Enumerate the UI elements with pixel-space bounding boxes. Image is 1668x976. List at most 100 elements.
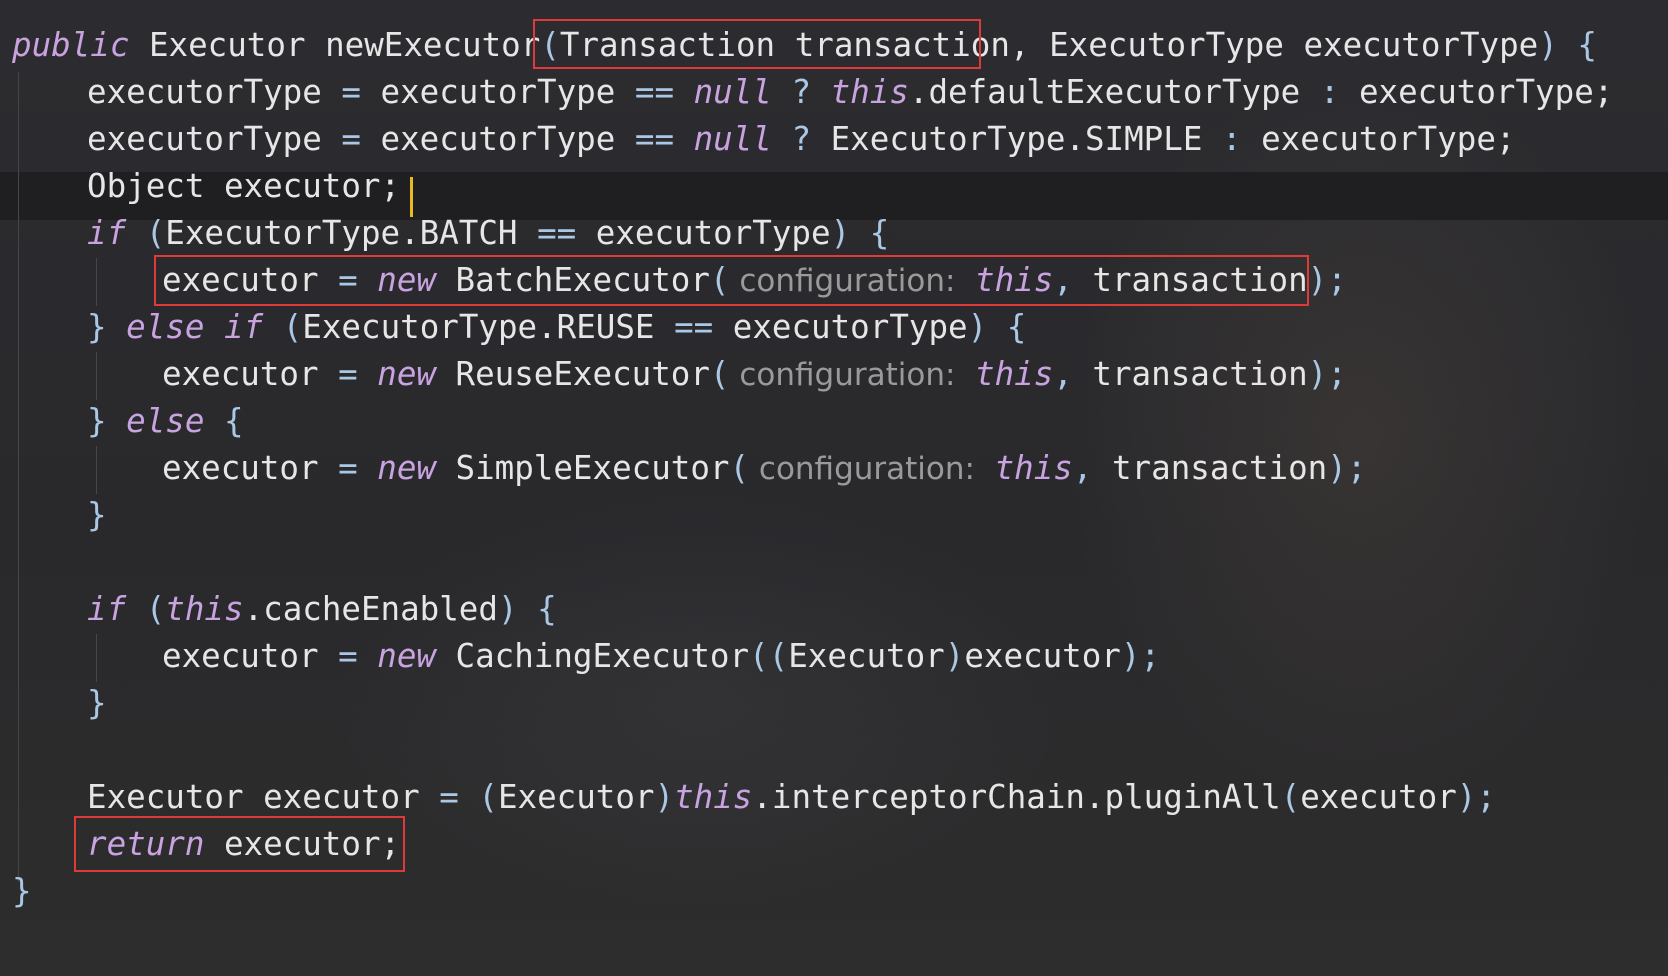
operator: == [537,214,577,252]
operator: = [439,778,459,816]
code-line-14[interactable]: } [87,678,107,728]
semicolon: ; [1476,778,1496,816]
operator: ? [791,73,812,111]
code-token: executor [1300,778,1457,816]
paren: ) [1307,355,1328,393]
operator: = [338,449,358,487]
highlight-box-batch-executor [154,255,1309,306]
paren: ) [967,308,988,346]
operator: == [634,73,675,111]
paren: ) [1456,778,1477,816]
code-line-12[interactable]: if (this.cacheEnabled) { [87,584,557,634]
code-line-17[interactable]: } [12,866,32,916]
keyword-if: if [87,590,127,628]
paren: ) [944,637,965,675]
paren: ( [729,449,750,487]
semicolon: ; [1140,637,1161,675]
keyword-else: else [126,308,205,346]
param-executor-type: ExecutorType executorType [1029,26,1539,64]
code-line-13[interactable]: executor = new CachingExecutor((Executor… [162,631,1160,681]
code-token: Object executor; [87,167,401,205]
code-editor[interactable]: public Executor newExecutor(Transaction … [0,0,1668,976]
operator: : [1319,73,1340,111]
code-token: ExecutorType.BATCH [165,214,538,252]
paren: ( [1280,778,1301,816]
paren: ) [654,778,675,816]
operator: = [341,120,361,158]
highlight-box-transaction-param [533,19,981,69]
keyword-new: new [377,637,436,675]
parameter-hint: configuration: [729,357,956,393]
code-line-15[interactable]: Executor executor = (Executor)this.inter… [87,772,1496,822]
code-token: executorType [87,120,342,158]
paren: ) [1327,449,1347,487]
brace: { [517,590,557,628]
keyword-null: null [693,120,772,158]
code-token: CachingExecutor [435,637,750,675]
keyword-new: new [377,355,436,393]
code-token: executorType [87,73,342,111]
operator: = [341,73,361,111]
code-line-8[interactable]: executor = new ReuseExecutor( configurat… [162,349,1347,399]
code-line-10[interactable]: executor = new SimpleExecutor( configura… [162,443,1366,493]
semicolon: ; [1327,261,1347,299]
code-token: ExecutorType.REUSE [302,308,675,346]
paren: ( [126,590,166,628]
paren: (( [749,637,789,675]
brace: } [87,308,107,346]
keyword-this: this [975,355,1054,393]
code-line-4[interactable]: Object executor; [87,161,400,211]
paren: ( [126,214,166,252]
code-token: executor [964,637,1121,675]
operator: : [1221,120,1242,158]
paren: ( [478,778,498,816]
comma: , [1053,355,1073,393]
comma: , [1072,449,1093,487]
operator: = [338,355,358,393]
indent-guide [96,258,97,306]
keyword-null: null [693,73,772,111]
code-line-11[interactable]: } [87,490,107,540]
code-line-3[interactable]: executorType = executorType == null ? Ex… [87,114,1515,164]
brace: { [850,214,890,252]
code-token: executorType; [1241,120,1516,158]
operator: = [338,637,358,675]
code-token: executor [162,637,339,675]
indent-guide [18,72,19,882]
brace: } [87,402,107,440]
brace: } [87,496,107,534]
parameter-hint: configuration: [749,451,975,487]
code-token: executorType [360,120,635,158]
paren: ) [497,590,518,628]
code-token: Executor [788,637,945,675]
indent-guide [96,352,97,400]
code-token: executorType [576,214,831,252]
keyword-this: this [830,73,909,111]
keyword-if: if [224,308,264,346]
code-line-2[interactable]: executorType = executorType == null ? th… [87,67,1613,117]
keyword-new: new [377,449,436,487]
code-line-7[interactable]: } else if (ExecutorType.REUSE == executo… [87,302,1026,352]
keyword-this: this [674,778,753,816]
operator: == [674,308,714,346]
brace: } [12,872,32,910]
paren: ) [1307,261,1328,299]
keyword-else: else [126,402,205,440]
semicolon: ; [1327,355,1347,393]
code-token: executor [162,355,339,393]
code-line-9[interactable]: } else { [87,396,244,446]
code-line-5[interactable]: if (ExecutorType.BATCH == executorType) … [87,208,889,258]
paren: ( [709,355,730,393]
code-token: Executor executor [87,778,440,816]
paren: ( [263,308,303,346]
brace: } [87,684,107,722]
